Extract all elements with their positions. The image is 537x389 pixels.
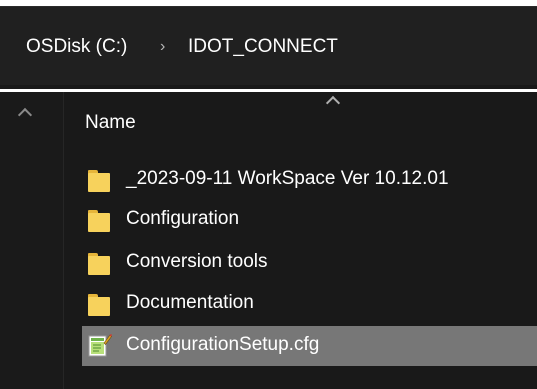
address-bar[interactable]: OSDisk (C:) › IDOT_CONNECT bbox=[0, 6, 537, 85]
list-item[interactable]: _2023-09-11 WorkSpace Ver 10.12.01 bbox=[82, 160, 537, 200]
folder-icon bbox=[88, 170, 110, 192]
list-item-label: ConfigurationSetup.cfg bbox=[126, 334, 320, 355]
list-item-selected[interactable]: ConfigurationSetup.cfg bbox=[82, 326, 537, 366]
folder-icon bbox=[88, 253, 110, 275]
breadcrumb-drive[interactable]: OSDisk (C:) bbox=[26, 35, 127, 59]
breadcrumb-folder[interactable]: IDOT_CONNECT bbox=[188, 35, 338, 59]
config-file-icon bbox=[88, 334, 112, 357]
column-header-name[interactable]: Name bbox=[85, 111, 136, 135]
list-item[interactable]: Documentation bbox=[82, 284, 537, 324]
list-item-label: Configuration bbox=[126, 208, 240, 229]
list-item-label: _2023-09-11 WorkSpace Ver 10.12.01 bbox=[126, 168, 449, 189]
list-item-label: Documentation bbox=[126, 292, 254, 313]
folder-icon bbox=[88, 294, 110, 316]
folder-icon bbox=[88, 210, 110, 232]
list-item[interactable]: Configuration bbox=[82, 200, 537, 240]
navigation-pane bbox=[0, 92, 63, 389]
list-item[interactable]: Conversion tools bbox=[82, 243, 537, 283]
list-item-label: Conversion tools bbox=[126, 251, 268, 272]
breadcrumb-separator-icon[interactable]: › bbox=[160, 35, 165, 59]
